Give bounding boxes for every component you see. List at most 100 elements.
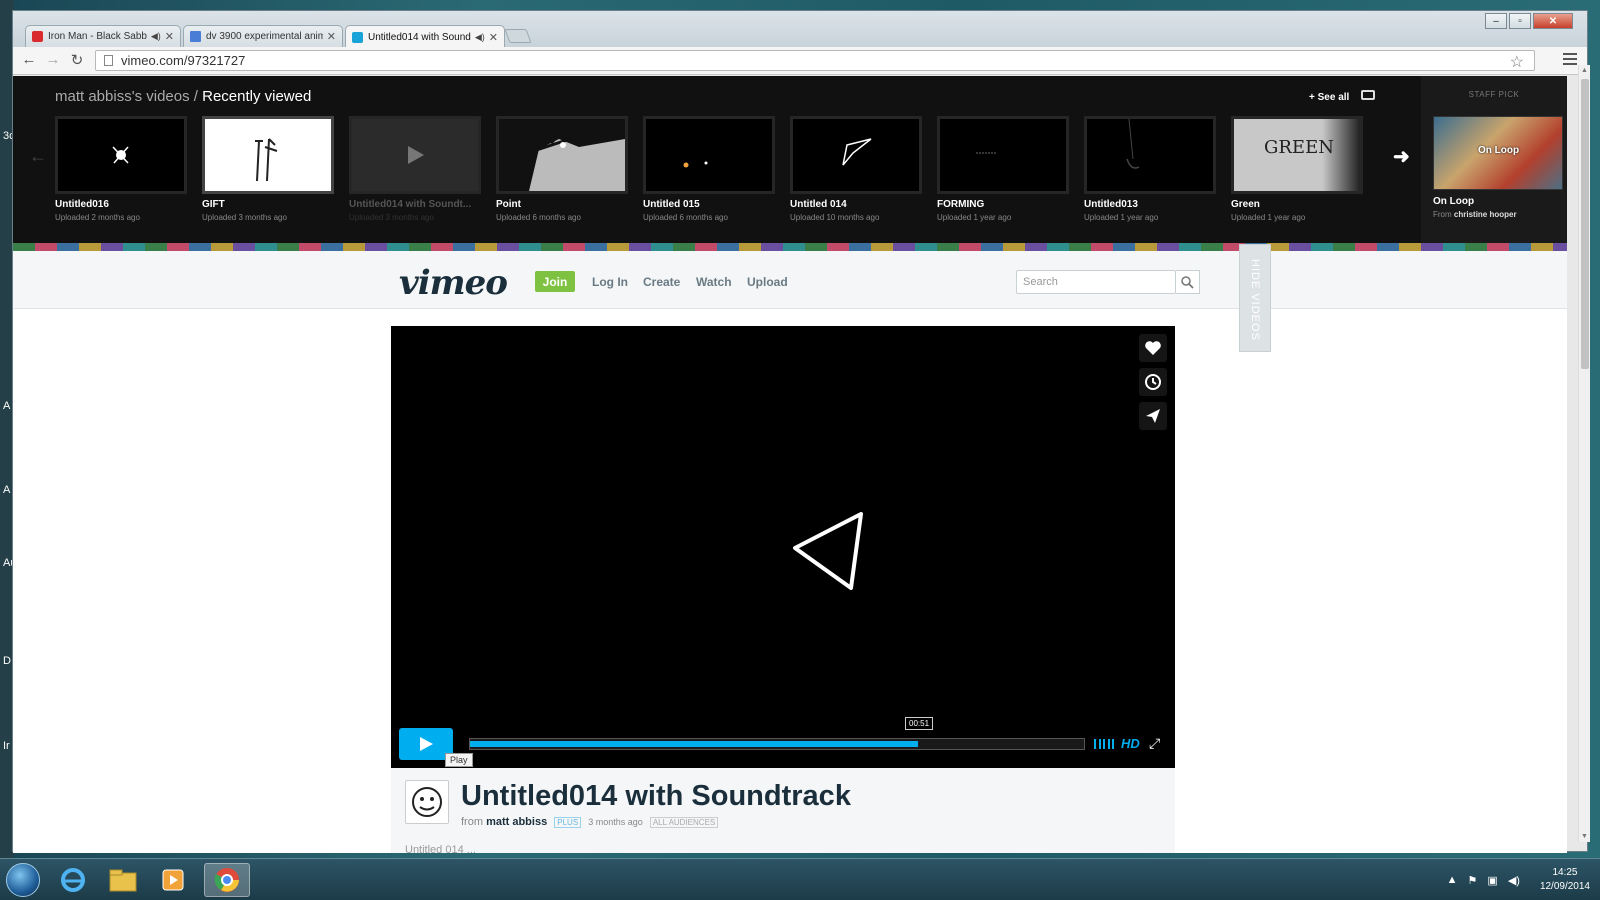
chrome-menu-icon[interactable]	[1563, 53, 1577, 65]
hd-toggle[interactable]: HD	[1121, 736, 1140, 751]
clock-time: 14:25	[1552, 867, 1578, 878]
watch-later-button[interactable]	[1139, 368, 1167, 396]
search-input[interactable]: Search	[1016, 270, 1176, 294]
video-thumb-green[interactable]: GREEN	[1231, 116, 1363, 194]
share-button[interactable]	[1139, 402, 1167, 430]
video-thumb-point[interactable]	[496, 116, 628, 194]
audience-badge: ALL AUDIENCES	[649, 817, 719, 828]
staff-pick-thumb[interactable]: On Loop	[1433, 116, 1563, 190]
desktop-icon-label: A	[3, 400, 11, 412]
maximize-button[interactable]: ▫	[1509, 13, 1531, 29]
forward-arrow-icon[interactable]: →	[43, 51, 63, 68]
clock-icon	[1145, 374, 1161, 390]
address-bar[interactable]: vimeo.com/97321727 ☆	[95, 50, 1535, 71]
fullscreen-icon[interactable]: ⤢	[1149, 735, 1160, 752]
video-title[interactable]: GIFT	[202, 199, 336, 210]
close-tab-icon[interactable]: ✕	[165, 30, 174, 43]
nav-log-in[interactable]: Log In	[592, 275, 628, 289]
tab-dv3900[interactable]: dv 3900 experimental anim ✕	[183, 25, 343, 47]
upload-age: 3 months ago	[588, 817, 643, 827]
thumb-art	[1126, 118, 1140, 169]
video-thumb-gift[interactable]	[202, 116, 334, 194]
search-button[interactable]	[1176, 270, 1200, 294]
see-all-link[interactable]: + See all	[1309, 92, 1349, 103]
avatar[interactable]	[405, 780, 449, 824]
scroll-thumb[interactable]	[1581, 79, 1589, 369]
taskbar-explorer[interactable]	[100, 863, 146, 897]
scroll-up-icon[interactable]: ▲	[1581, 67, 1588, 74]
close-tab-icon[interactable]: ✕	[327, 30, 336, 43]
video-title[interactable]: Untitled013	[1084, 199, 1218, 210]
video-title[interactable]: Untitled016	[55, 199, 189, 210]
back-arrow-icon[interactable]: ←	[19, 51, 39, 68]
video-thumb-untitled014[interactable]	[349, 116, 481, 194]
volume-icon[interactable]: ◀)	[1508, 874, 1520, 887]
tab-untitled014[interactable]: Untitled014 with Sound ◀) ✕	[345, 25, 505, 48]
clock[interactable]: 14:25 12/09/2014	[1540, 866, 1590, 894]
clock-date: 12/09/2014	[1539, 881, 1590, 892]
taskbar-chrome[interactable]	[204, 863, 250, 897]
docs-icon	[190, 31, 201, 42]
internet-explorer-icon	[61, 868, 85, 892]
video-title[interactable]: Point	[496, 199, 630, 210]
volume-control[interactable]	[1094, 739, 1114, 749]
show-hidden-icons-icon[interactable]: ▲	[1447, 874, 1458, 886]
nav-watch[interactable]: Watch	[696, 275, 732, 289]
scroll-down-icon[interactable]: ▼	[1581, 833, 1588, 840]
progress-bar[interactable]	[469, 738, 1085, 750]
author-link[interactable]: matt abbiss	[486, 816, 547, 828]
vimeo-logo[interactable]: vimeo	[399, 263, 508, 303]
system-tray: ▲ ⚑ ▣ ◀) 14:25 12/09/2014	[1437, 864, 1590, 896]
like-button[interactable]	[1139, 334, 1167, 362]
staff-pick-title[interactable]: On Loop	[1433, 196, 1474, 207]
minimize-button[interactable]: –	[1485, 13, 1507, 29]
bookmark-star-icon[interactable]: ☆	[1510, 52, 1524, 72]
staff-pick-user[interactable]: christine hooper	[1454, 210, 1517, 219]
reload-icon[interactable]: ↻	[67, 51, 87, 69]
video-thumb-untitled-014[interactable]	[790, 116, 922, 194]
staff-pick-label: STAFF PICK	[1468, 90, 1520, 99]
action-center-flag-icon[interactable]: ⚑	[1468, 874, 1478, 887]
page-scrollbar[interactable]: ▲ ▼	[1578, 65, 1590, 842]
tab-bar: Iron Man - Black Sabba ◀) ✕ dv 3900 expe…	[13, 11, 1587, 48]
video-title[interactable]: Untitled014 with Soundt...	[349, 199, 483, 210]
media-player-icon	[162, 869, 184, 891]
taskbar-ie[interactable]	[50, 863, 96, 897]
start-button[interactable]	[6, 863, 40, 897]
recently-viewed-strip: matt abbiss's videos / Recently viewed +…	[13, 76, 1567, 243]
tv-icon[interactable]	[1361, 90, 1375, 100]
video-title[interactable]: Untitled 015	[643, 199, 777, 210]
nav-upload[interactable]: Upload	[747, 275, 788, 289]
video-title[interactable]: Untitled 014	[790, 199, 924, 210]
video-player[interactable]: 00:51 HD ⤢ Play	[391, 326, 1175, 768]
browser-toolbar: ← → ↻ vimeo.com/97321727 ☆	[13, 47, 1587, 75]
video-title[interactable]: Green	[1231, 199, 1365, 210]
network-icon[interactable]: ▣	[1487, 874, 1497, 887]
web-page: matt abbiss's videos / Recently viewed +…	[13, 76, 1567, 853]
site-header: vimeo Join Log In Create Watch Upload Se…	[13, 251, 1567, 309]
new-tab-button[interactable]	[504, 29, 532, 43]
taskbar-media-player[interactable]	[150, 863, 196, 897]
hide-videos-tab[interactable]: HIDE VIDEOS	[1239, 244, 1271, 352]
close-tab-icon[interactable]: ✕	[489, 31, 498, 44]
time-tooltip: 00:51	[905, 717, 934, 730]
staff-pick-panel: STAFF PICK On Loop On Loop From christin…	[1421, 76, 1567, 243]
close-window-button[interactable]: ✕	[1533, 13, 1573, 29]
video-thumb-forming[interactable]	[937, 116, 1069, 194]
nav-create[interactable]: Create	[643, 275, 680, 289]
upload-date: Uploaded 10 months ago	[790, 213, 880, 222]
video-thumb-untitled013[interactable]	[1084, 116, 1216, 194]
tab-iron-man[interactable]: Iron Man - Black Sabba ◀) ✕	[25, 25, 181, 47]
staff-pick-author: From christine hooper	[1433, 210, 1517, 219]
video-description: Untitled 014 ...	[405, 844, 476, 853]
join-button[interactable]: Join	[535, 271, 575, 292]
owner-videos-link[interactable]: matt abbiss's videos	[55, 88, 190, 105]
upload-date: Uploaded 6 months ago	[643, 213, 728, 222]
paper-plane-icon	[1146, 409, 1160, 423]
prev-arrow-icon[interactable]: ←	[29, 146, 47, 167]
video-thumb-untitled-015[interactable]	[643, 116, 775, 194]
next-arrow-icon[interactable]: ➜	[1393, 144, 1410, 169]
from-label: from	[461, 816, 483, 828]
video-title[interactable]: FORMING	[937, 199, 1071, 210]
video-thumb-untitled016[interactable]	[55, 116, 187, 194]
